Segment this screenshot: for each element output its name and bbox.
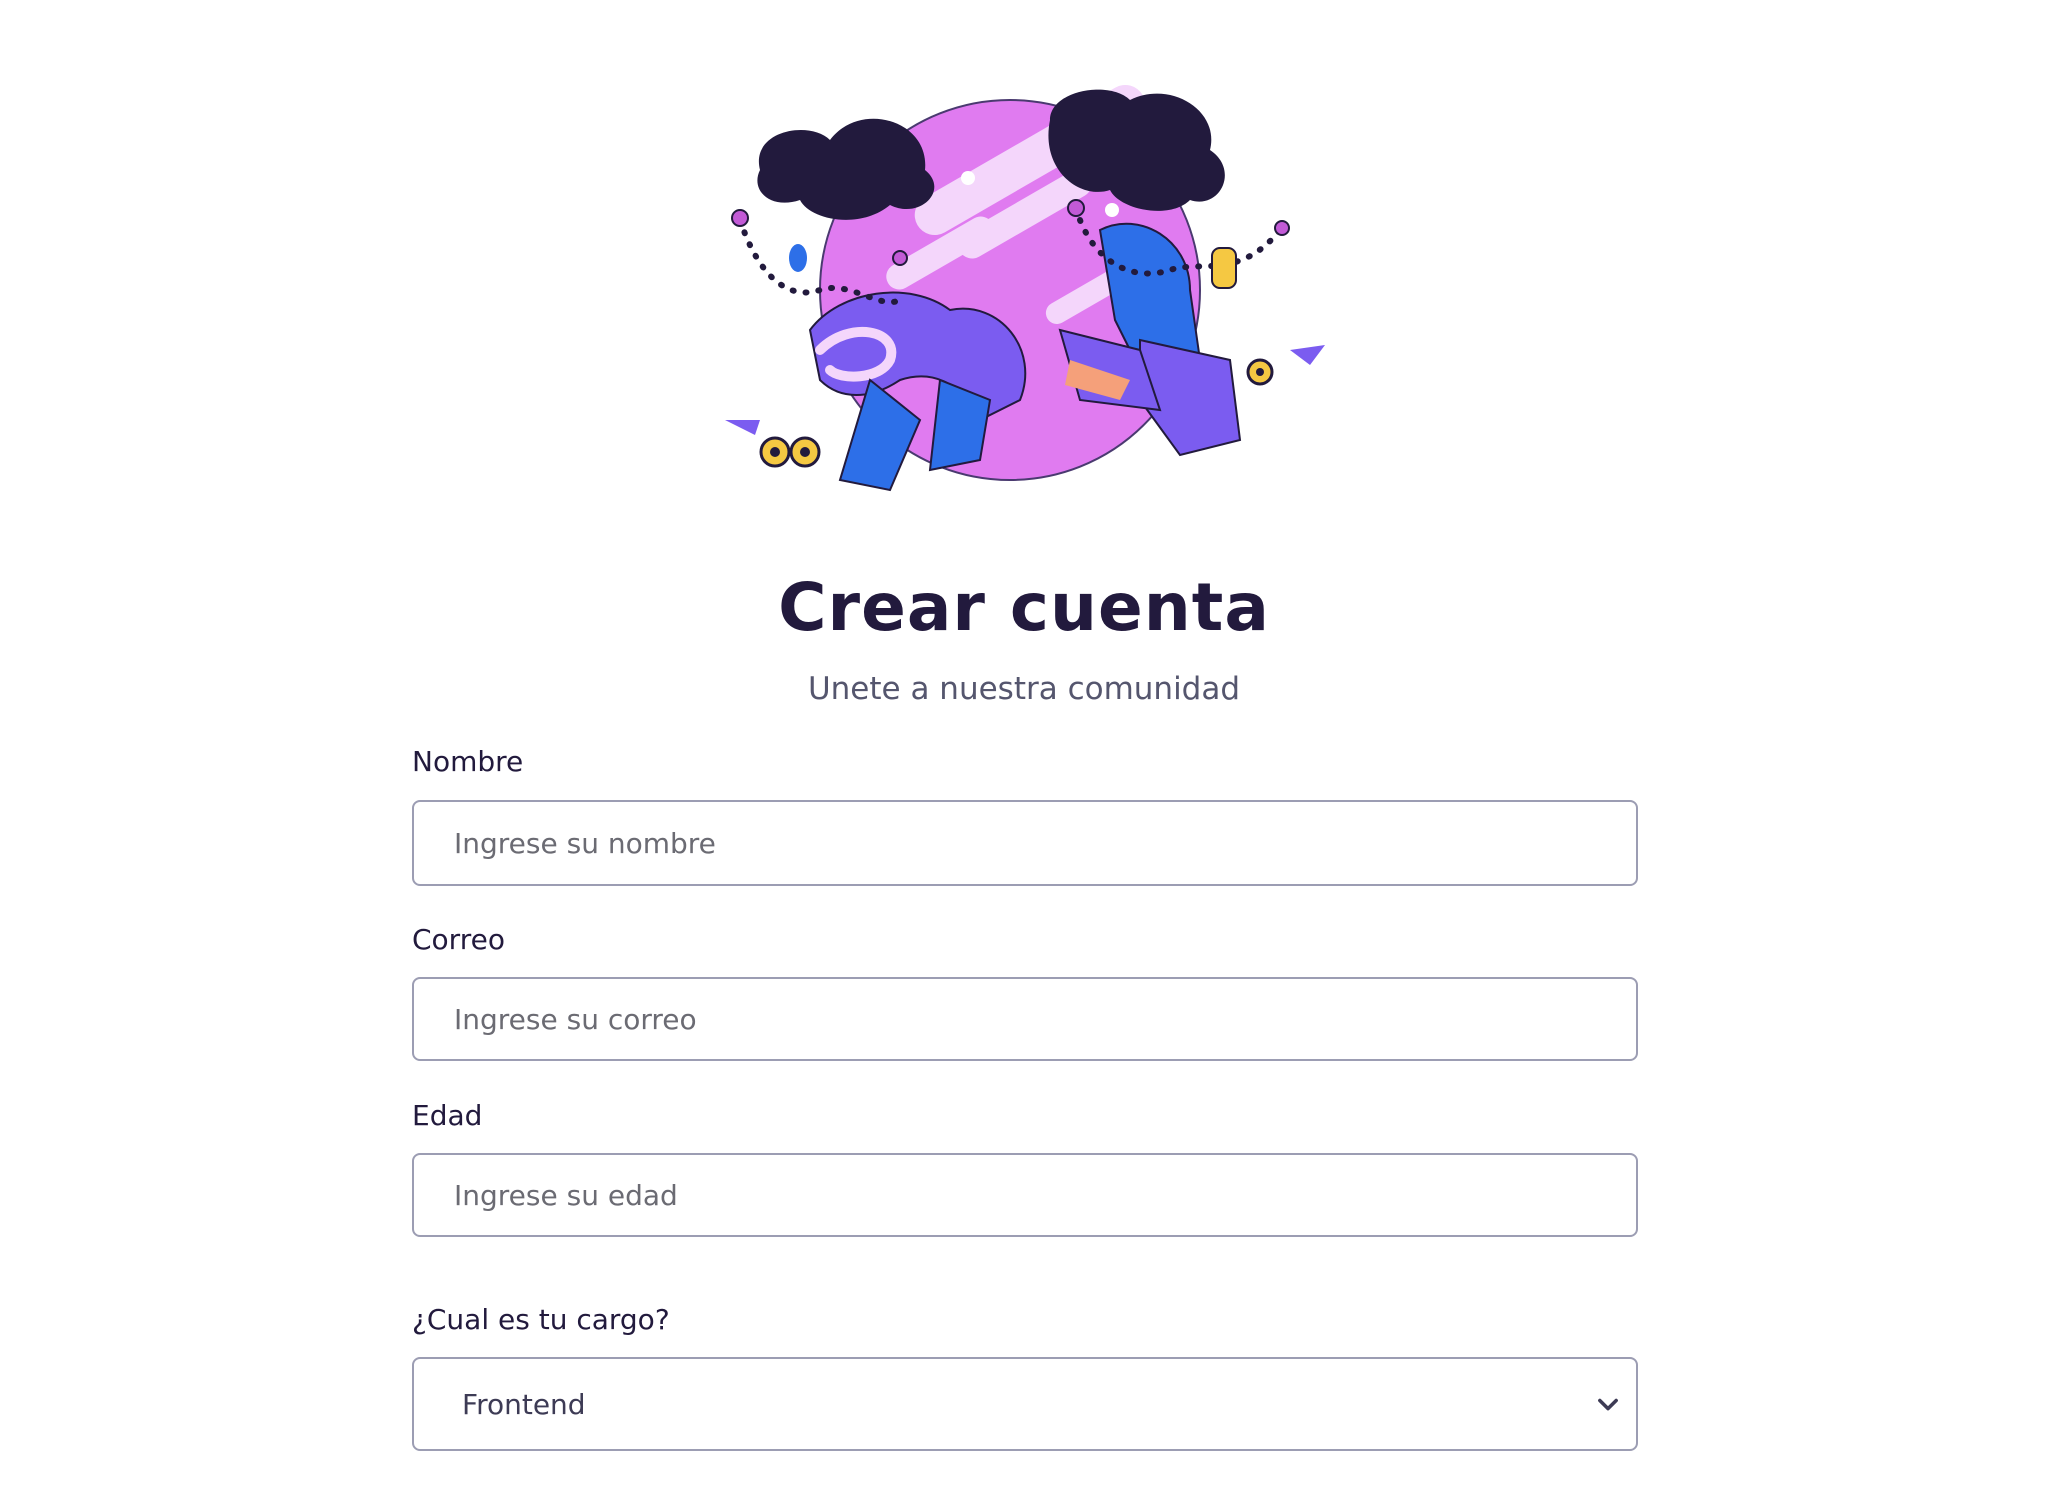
cargo-selected-value: Frontend — [462, 1387, 586, 1421]
cargo-label: ¿Cual es tu cargo? — [412, 1303, 670, 1336]
chevron-down-icon — [1598, 1398, 1618, 1411]
nombre-field-wrapper — [412, 800, 1638, 886]
edad-input[interactable] — [414, 1155, 1636, 1235]
nombre-input[interactable] — [414, 802, 1636, 884]
page-title: Crear cuenta — [778, 569, 1270, 646]
correo-input[interactable] — [414, 979, 1636, 1059]
signup-page: Crear cuenta Unete a nuestra comunidad N… — [0, 0, 2048, 1498]
correo-field-wrapper — [412, 977, 1638, 1061]
cargo-select[interactable]: Frontend — [412, 1357, 1638, 1451]
page-subtitle: Unete a nuestra comunidad — [807, 671, 1241, 707]
nombre-label: Nombre — [412, 745, 524, 778]
skaters-illustration — [725, 85, 1325, 492]
correo-label: Correo — [412, 923, 505, 956]
edad-label: Edad — [412, 1099, 483, 1132]
edad-field-wrapper — [412, 1153, 1638, 1237]
